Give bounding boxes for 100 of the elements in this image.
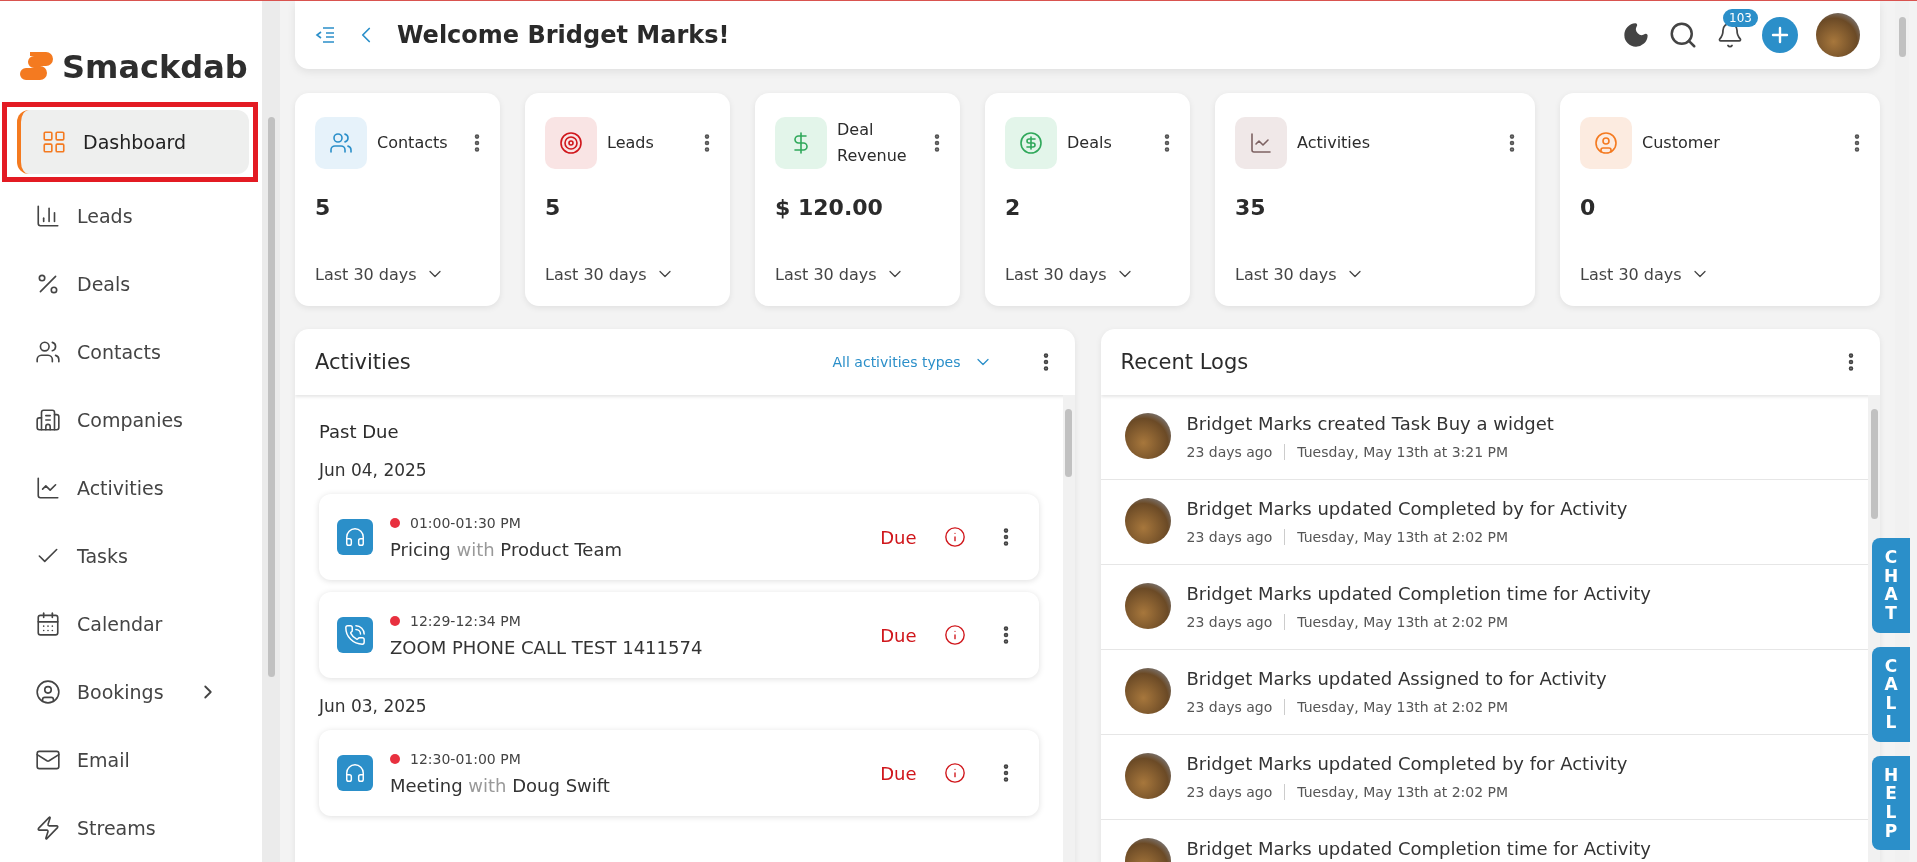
stat-icon: [1580, 117, 1632, 169]
stat-value: 5: [315, 195, 332, 222]
period-dropdown[interactable]: Last 30 days: [315, 264, 445, 284]
nav-item[interactable]: Bookings: [17, 664, 247, 720]
stat-value: 0: [1580, 195, 1597, 222]
page-title: Welcome Bridget Marks!: [397, 21, 731, 49]
stat-icon: [545, 117, 597, 169]
activity-time: 01:00-01:30 PM: [410, 514, 521, 531]
moon-icon[interactable]: [1622, 21, 1650, 49]
period-dropdown[interactable]: Last 30 days: [545, 264, 675, 284]
avatar[interactable]: [1816, 13, 1860, 57]
date-heading: Jun 03, 2025: [319, 696, 428, 716]
nav-icon: [35, 407, 61, 433]
brand-name: Smackdab: [62, 47, 248, 86]
period-dropdown[interactable]: Last 30 days: [1580, 264, 1710, 284]
search-icon[interactable]: [1668, 20, 1698, 50]
section-heading: Past Due: [319, 421, 400, 442]
period-dropdown[interactable]: Last 30 days: [1005, 264, 1135, 284]
status-dot: [390, 753, 400, 764]
activity-type-dropdown[interactable]: All activities types: [826, 351, 999, 373]
avatar: [1124, 413, 1171, 459]
nav-item[interactable]: Companies: [17, 392, 247, 448]
log-timestamp: Tuesday, May 13th at 3:21 PM: [1297, 444, 1509, 460]
nav-item[interactable]: Streams: [17, 800, 247, 856]
avatar: [1124, 753, 1171, 799]
log-text: Bridget Marks updated Completed by for Activity: [1186, 498, 1628, 519]
status-dot: [390, 615, 400, 626]
stat-icon: [775, 117, 827, 169]
nav-icon: [35, 679, 61, 705]
stat-value: 2: [1005, 195, 1022, 222]
info-icon[interactable]: [943, 762, 966, 784]
info-icon[interactable]: [943, 624, 966, 646]
stat-value: 35: [1235, 195, 1267, 222]
log-text: Bridget Marks updated Completed by for Activity: [1186, 753, 1628, 774]
nav-item[interactable]: Leads: [17, 188, 247, 244]
activity-subject: Pricing with Product Team: [390, 538, 623, 560]
period-dropdown[interactable]: Last 30 days: [1235, 264, 1365, 284]
side-tab[interactable]: CHAT: [1872, 538, 1910, 633]
stat-value: 5: [545, 195, 562, 222]
log-age: 23 days ago: [1186, 444, 1273, 460]
activity-subject: ZOOM PHONE CALL TEST 1411574: [390, 636, 704, 658]
log-age: 23 days ago: [1186, 529, 1273, 545]
date-heading: Jun 04, 2025: [319, 460, 428, 480]
nav-icon: [35, 203, 61, 229]
nav-item[interactable]: Deals: [17, 256, 247, 312]
info-icon[interactable]: [943, 526, 966, 548]
stat-icon: [315, 117, 367, 169]
nav-icon: [35, 475, 61, 501]
due-label: Due: [880, 526, 917, 548]
nav-item[interactable]: Activities: [17, 460, 247, 516]
nav-icon: [41, 129, 67, 155]
collapse-menu-icon[interactable]: [315, 26, 335, 44]
log-age: 23 days ago: [1186, 614, 1273, 630]
log-timestamp: Tuesday, May 13th at 2:02 PM: [1297, 529, 1509, 545]
nav-item[interactable]: Dashboard: [17, 110, 249, 174]
stat-title: Leads: [607, 132, 655, 155]
log-age: 23 days ago: [1186, 699, 1273, 715]
log-text: Bridget Marks updated Completion time for Activity: [1186, 583, 1651, 604]
log-text: Bridget Marks created Task Buy a widget: [1186, 413, 1554, 434]
add-button[interactable]: [1762, 17, 1798, 53]
nav-item[interactable]: Calendar: [17, 596, 247, 652]
status-dot: [390, 517, 400, 528]
stat-value: $ 120.00: [775, 195, 884, 222]
avatar: [1124, 668, 1171, 714]
side-tab[interactable]: CALL: [1872, 646, 1910, 742]
side-tab[interactable]: HELP: [1872, 755, 1910, 851]
activity-card[interactable]: 12:30-01:00 PM Meeting with Doug Swift Due: [319, 730, 1039, 816]
nav-icon: [35, 611, 61, 637]
headset-icon: [337, 519, 373, 555]
stat-title: Deal Revenue: [837, 119, 908, 167]
stat-title: Customer: [1642, 132, 1721, 155]
log-text: Bridget Marks updated Completion time for Activity: [1186, 838, 1651, 859]
panel-title: Activities: [315, 350, 412, 374]
nav-icon: [35, 815, 61, 841]
activity-subject: Meeting with Doug Swift: [390, 774, 611, 796]
headset-icon: [337, 755, 373, 791]
activity-time: 12:29-12:34 PM: [410, 612, 521, 629]
activity-card[interactable]: 12:29-12:34 PM ZOOM PHONE CALL TEST 1411574 Due: [319, 592, 1039, 678]
due-label: Due: [880, 762, 917, 784]
activity-card[interactable]: 01:00-01:30 PM Pricing with Product Team Due: [319, 494, 1039, 580]
log-age: 23 days ago: [1186, 784, 1273, 800]
stat-icon: [1005, 117, 1057, 169]
log-timestamp: Tuesday, May 13th at 2:02 PM: [1297, 784, 1509, 800]
period-dropdown[interactable]: Last 30 days: [775, 264, 905, 284]
log-timestamp: Tuesday, May 13th at 2:02 PM: [1297, 699, 1509, 715]
nav-item[interactable]: Tasks: [17, 528, 247, 584]
nav-item[interactable]: Email: [17, 732, 247, 788]
panel-title: Recent Logs: [1120, 350, 1250, 374]
notification-count: 103: [1723, 9, 1758, 27]
activity-time: 12:30-01:00 PM: [410, 750, 521, 767]
stat-title: Activities: [1297, 132, 1371, 155]
nav-icon: [35, 339, 61, 365]
stat-icon: [1235, 117, 1287, 169]
scrollbar[interactable]: [1062, 395, 1075, 862]
phone-icon: [337, 617, 373, 653]
avatar: [1124, 583, 1171, 629]
avatar: [1124, 498, 1171, 544]
nav-item[interactable]: Contacts: [17, 324, 247, 380]
log-timestamp: Tuesday, May 13th at 2:02 PM: [1297, 614, 1509, 630]
scrollbar[interactable]: [262, 1, 280, 862]
